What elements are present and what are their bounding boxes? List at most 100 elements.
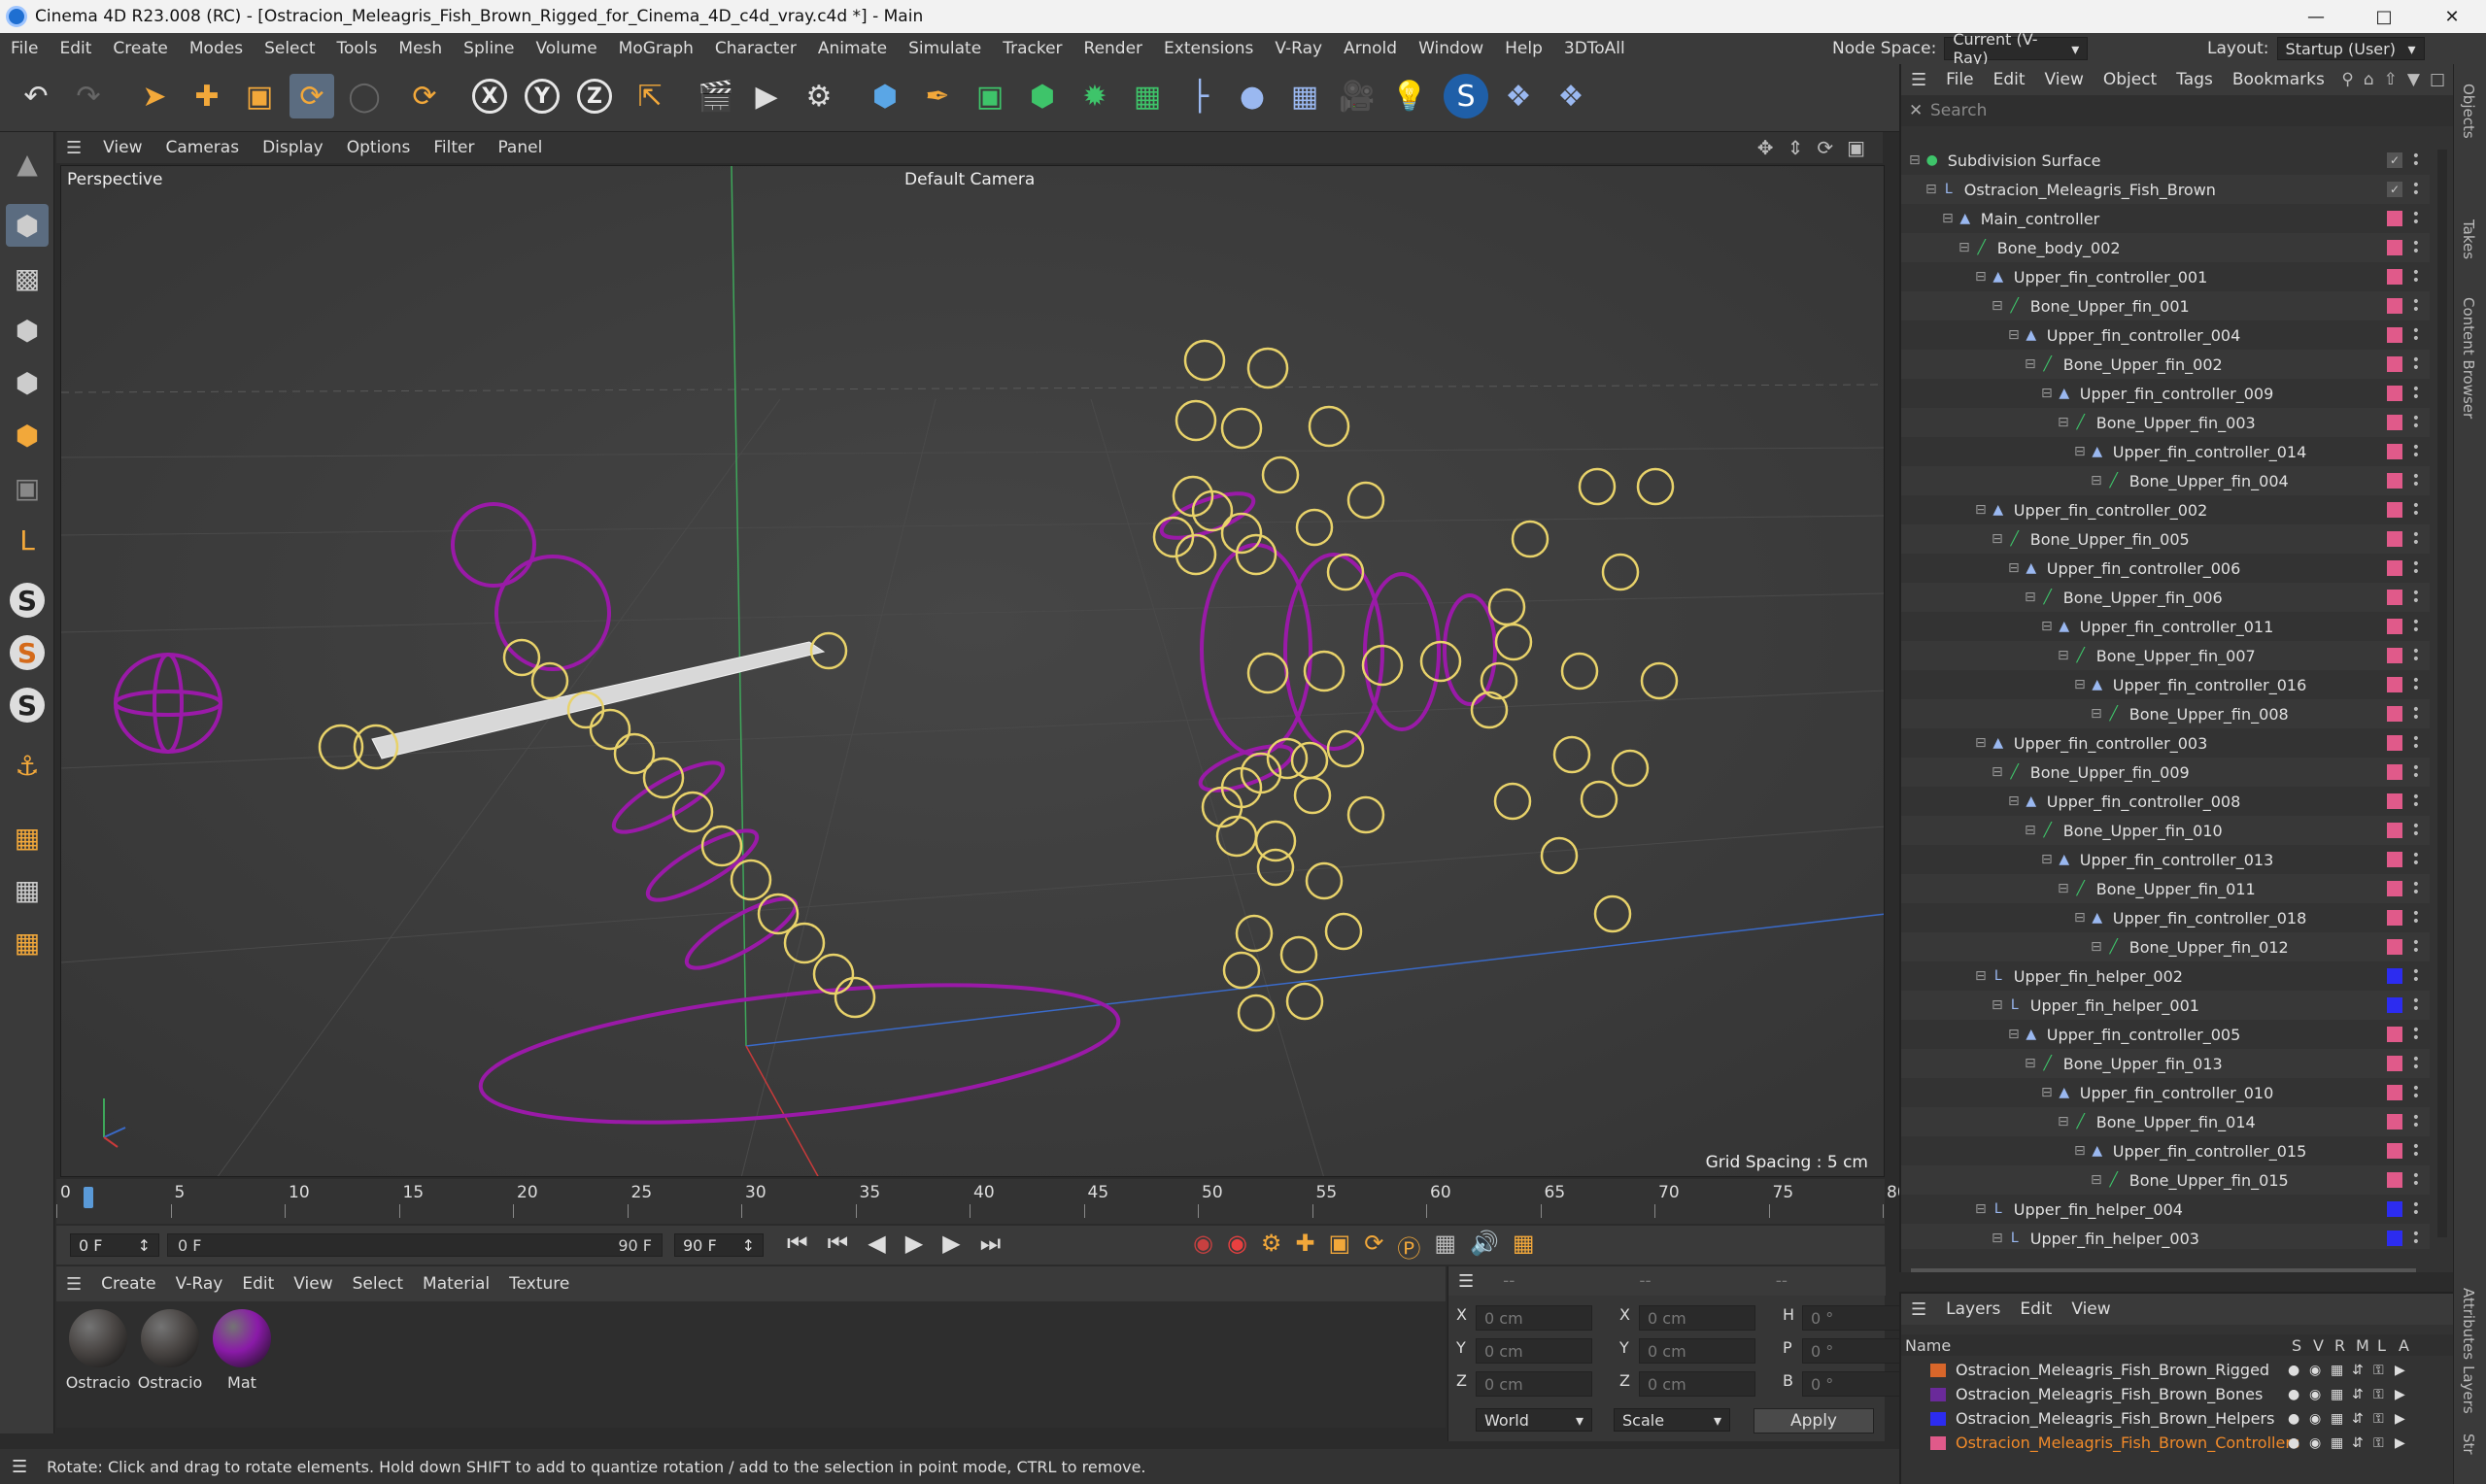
expand-toggle-icon[interactable]: ⊟ — [1909, 152, 1921, 168]
viewport-menu-options[interactable]: Options — [335, 138, 423, 157]
solo-icon[interactable]: ● — [2288, 1387, 2301, 1402]
visibility-dots-icon[interactable]: • • — [2412, 1140, 2420, 1162]
render-icon[interactable]: ▦ — [2331, 1363, 2344, 1378]
deformer-icon[interactable]: ├ — [1177, 74, 1222, 118]
expand-toggle-icon[interactable]: ⊟ — [1958, 240, 1970, 255]
material-menu-create[interactable]: Create — [91, 1274, 166, 1294]
close-search-icon[interactable]: ✕ — [1909, 101, 1923, 120]
floor-icon[interactable]: ▦ — [1282, 74, 1327, 118]
expand-toggle-icon[interactable]: ⊟ — [1992, 997, 2003, 1013]
visibility-dots-icon[interactable]: • • — [2412, 295, 2420, 317]
apply-button[interactable]: Apply — [1754, 1408, 1874, 1433]
visibility-dots-icon[interactable]: • • — [2412, 1169, 2420, 1191]
visibility-dots-icon[interactable]: • • — [2412, 266, 2420, 287]
texture-mode-icon[interactable]: ▩ — [6, 256, 49, 299]
3d-viewport[interactable]: Perspective Default Camera Grid Spacing … — [60, 165, 1885, 1177]
timeline-icon[interactable]: ▦ — [1513, 1230, 1535, 1264]
render-icon[interactable]: ▦ — [2331, 1435, 2344, 1451]
object-menu-edit[interactable]: Edit — [1984, 70, 2035, 89]
visibility-dots-icon[interactable]: • • — [2412, 645, 2420, 666]
camera-icon[interactable]: 🎥 — [1335, 74, 1379, 118]
expand-toggle-icon[interactable]: ⊟ — [1942, 211, 1954, 226]
extrude-icon[interactable]: ⬢ — [1020, 74, 1065, 118]
object-row[interactable]: ⊟ ╱ Bone_Upper_fin_006 • • — [1901, 583, 2430, 612]
visible-icon[interactable]: ◉ — [2309, 1387, 2323, 1402]
key-param-icon[interactable]: Ⓟ — [1397, 1230, 1420, 1264]
goto-start-icon[interactable]: ⏮ — [787, 1230, 808, 1257]
layer-row[interactable]: Ostracion_Meleagris_Fish_Brown_Controlle… — [1901, 1431, 2453, 1455]
material-menu-material[interactable]: Material — [413, 1274, 499, 1294]
viewport-menu-cameras[interactable]: Cameras — [153, 138, 251, 157]
material-menu-select[interactable]: Select — [343, 1274, 413, 1294]
home-icon[interactable]: ⌂ — [2364, 70, 2374, 89]
object-row[interactable]: ⊟ ▲ Upper_fin_controller_011 • • — [1901, 612, 2430, 641]
animation-icon[interactable]: ▶ — [2395, 1363, 2408, 1378]
visibility-dots-icon[interactable]: • • — [2412, 616, 2420, 637]
menu-create[interactable]: Create — [102, 39, 179, 58]
manager-icon[interactable]: ⇵ — [2352, 1435, 2366, 1451]
python-script-icon[interactable]: ❖ — [1549, 74, 1593, 118]
viewport-menu-display[interactable]: Display — [251, 138, 335, 157]
scale-tool-icon[interactable]: ▣ — [237, 74, 282, 118]
render-settings-icon[interactable]: ⚙ — [797, 74, 841, 118]
visibility-dots-icon[interactable]: • • — [2412, 528, 2420, 550]
object-row[interactable]: ⊟ ▲ Upper_fin_controller_014 • • — [1901, 437, 2430, 466]
object-row[interactable]: ⊟ ╱ Bone_Upper_fin_009 • • — [1901, 758, 2430, 787]
material-menu-edit[interactable]: Edit — [232, 1274, 284, 1294]
object-menu-file[interactable]: File — [1936, 70, 1983, 89]
lock-icon[interactable]: ⚿ — [2373, 1363, 2387, 1378]
menu-mesh[interactable]: Mesh — [388, 39, 453, 58]
object-row[interactable]: ⊟ L Upper_fin_helper_001 • • — [1901, 991, 2430, 1020]
visibility-dots-icon[interactable]: • • — [2412, 703, 2420, 725]
visibility-dots-icon[interactable]: • • — [2412, 383, 2420, 404]
visibility-dots-icon[interactable]: • • — [2412, 995, 2420, 1016]
magnet-icon[interactable]: ⚓ — [6, 744, 49, 787]
filter-icon[interactable]: ▼ — [2407, 70, 2420, 89]
expand-toggle-icon[interactable]: ⊟ — [2074, 910, 2086, 926]
search-icon[interactable]: ⚲ — [2341, 70, 2353, 89]
expand-toggle-icon[interactable]: ⊟ — [2025, 590, 2036, 605]
hamburger-icon[interactable]: ☰ — [1901, 1299, 1936, 1320]
visibility-dots-icon[interactable]: • • — [2412, 878, 2420, 899]
object-row[interactable]: ⊟ L Upper_fin_helper_003 • • — [1901, 1224, 2430, 1249]
render-icon[interactable]: ▦ — [2331, 1411, 2344, 1427]
expand-toggle-icon[interactable]: ⊟ — [2074, 677, 2086, 692]
vray-icon[interactable]: S — [1444, 74, 1488, 118]
visibility-dots-icon[interactable]: • • — [2412, 907, 2420, 928]
object-row[interactable]: ⊟ ╱ Bone_Upper_fin_014 • • — [1901, 1107, 2430, 1136]
edit-render-toggle-icon[interactable]: ✓ — [2387, 182, 2402, 197]
layer-color-swatch[interactable] — [1930, 1435, 1946, 1450]
material-swatch[interactable]: Ostracio — [64, 1309, 132, 1392]
coord-field[interactable]: 0 cm — [1639, 1305, 1755, 1331]
menu-file[interactable]: File — [0, 39, 49, 58]
object-row[interactable]: ⊟ ▲ Upper_fin_controller_015 • • — [1901, 1136, 2430, 1165]
object-row[interactable]: ⊟ ▲ Main_controller • • — [1901, 204, 2430, 233]
auto-key-icon[interactable]: ◉ — [1227, 1230, 1247, 1264]
visibility-dots-icon[interactable]: • • — [2412, 324, 2420, 346]
menu-3dtoall[interactable]: 3DToAll — [1553, 39, 1636, 58]
object-scrollbar[interactable] — [2437, 150, 2447, 1237]
visibility-dots-icon[interactable]: • • — [2412, 237, 2420, 258]
side-tab-takes[interactable]: Takes — [2460, 219, 2477, 259]
hamburger-icon[interactable]: ☰ — [1901, 70, 1936, 90]
play-icon[interactable]: ▶ — [905, 1230, 923, 1257]
visibility-dots-icon[interactable]: • • — [2412, 470, 2420, 491]
menu-volume[interactable]: Volume — [525, 39, 607, 58]
viewport-menu-filter[interactable]: Filter — [422, 138, 486, 157]
object-row[interactable]: ⊟ ▲ Upper_fin_controller_005 • • — [1901, 1020, 2430, 1049]
visibility-dots-icon[interactable]: • • — [2412, 732, 2420, 754]
animation-icon[interactable]: ▶ — [2395, 1435, 2408, 1451]
object-row[interactable]: ⊟ ▲ Upper_fin_controller_001 • • — [1901, 262, 2430, 291]
layer-row[interactable]: Ostracion_Meleagris_Fish_Brown_Rigged ● ◉ ▦… — [1901, 1358, 2453, 1382]
pen-icon[interactable]: ✒ — [915, 74, 960, 118]
polygons-mode-icon[interactable]: ⬢ — [6, 414, 49, 456]
visibility-dots-icon[interactable]: • • — [2412, 1082, 2420, 1103]
coordinate-space-dropdown[interactable]: World ▾ — [1476, 1408, 1592, 1432]
expand-toggle-icon[interactable]: ⊟ — [2091, 939, 2102, 955]
x-axis-lock-icon[interactable]: X — [472, 79, 507, 114]
side-tab-content-browser[interactable]: Content Browser — [2460, 297, 2477, 419]
move-tool-icon[interactable]: ✚ — [185, 74, 229, 118]
material-swatch[interactable]: Mat — [208, 1309, 276, 1392]
maximize-button[interactable]: □ — [2350, 0, 2418, 33]
coord-field[interactable]: 0 cm — [1476, 1305, 1592, 1331]
